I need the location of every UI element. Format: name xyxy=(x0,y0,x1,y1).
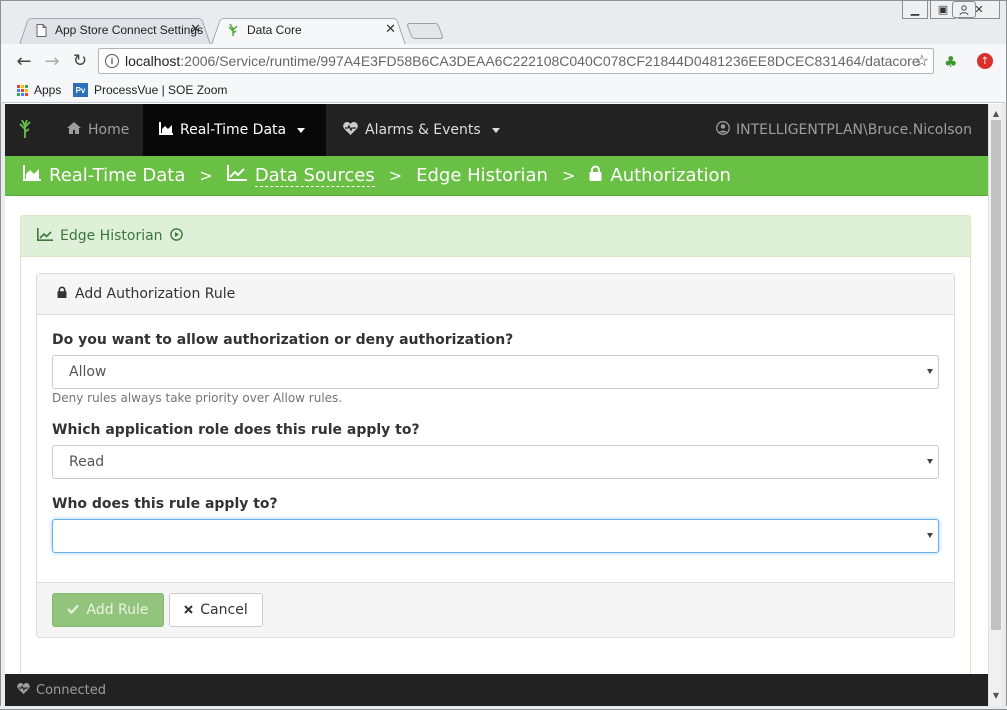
check-icon xyxy=(67,602,80,618)
area-chart-icon xyxy=(159,121,173,139)
close-tab-icon[interactable]: ✕ xyxy=(190,22,201,37)
lock-icon xyxy=(589,165,602,186)
nav-alarms-events[interactable]: Alarms & Events xyxy=(343,104,500,156)
breadcrumb-label: Data Sources xyxy=(254,164,375,187)
page-viewport: Home Real-Time Data Alarms & Events INTE… xyxy=(5,104,988,706)
bookmark-star-icon[interactable]: ☆ xyxy=(915,51,929,71)
url-path: :2006/Service/runtime/997A4E3FD58B6CA3DE… xyxy=(180,53,920,69)
forward-icon[interactable]: → xyxy=(41,50,63,72)
home-icon xyxy=(67,122,81,138)
close-tab-icon[interactable]: ✕ xyxy=(385,22,396,37)
nav-realtime-data[interactable]: Real-Time Data xyxy=(143,104,326,156)
datacore-logo-icon[interactable] xyxy=(17,119,33,144)
breadcrumb: Real-Time Data > Data Sources > Edge His… xyxy=(5,156,988,196)
bookmarks-bar: Apps Pv ProcessVue | SOE Zoom xyxy=(0,78,1007,103)
allow-deny-select[interactable]: Allow xyxy=(52,355,939,389)
allow-deny-question: Do you want to allow authorization or de… xyxy=(52,332,514,348)
allow-deny-help: Deny rules always take priority over All… xyxy=(52,391,343,405)
breadcrumb-data-sources[interactable]: Data Sources xyxy=(226,164,375,187)
heartbeat-icon xyxy=(17,682,30,698)
bookmark-apps[interactable]: Apps xyxy=(17,83,61,97)
breadcrumb-separator: > xyxy=(199,166,213,185)
add-rule-panel: Add Authorization Rule Do you want to al… xyxy=(36,273,955,638)
user-circle-icon xyxy=(716,121,730,139)
cancel-label: Cancel xyxy=(200,602,248,618)
who-question: Who does this rule apply to? xyxy=(52,496,278,512)
back-icon[interactable]: ← xyxy=(13,50,35,72)
browser-tabstrip: App Store Connect Settings ✕ Data Core ✕… xyxy=(0,0,1007,45)
page-scrollbar[interactable]: ▲ ▼ xyxy=(988,104,1002,706)
line-chart-icon xyxy=(37,227,53,245)
allow-deny-value: Allow xyxy=(69,364,107,380)
breadcrumb-separator: > xyxy=(388,166,403,185)
play-circle-icon[interactable] xyxy=(169,227,183,245)
tree-icon xyxy=(225,23,241,37)
scroll-up-icon[interactable]: ▲ xyxy=(989,106,1003,120)
role-question: Which application role does this rule ap… xyxy=(52,422,420,438)
bookmark-processvue[interactable]: Pv ProcessVue | SOE Zoom xyxy=(73,83,227,97)
processvue-icon: Pv xyxy=(73,83,88,97)
breadcrumb-edge-historian[interactable]: Edge Historian xyxy=(416,165,548,186)
chevron-down-icon xyxy=(927,459,933,464)
scroll-thumb[interactable] xyxy=(991,120,1001,630)
add-rule-heading: Add Authorization Rule xyxy=(37,274,954,315)
breadcrumb-label: Real-Time Data xyxy=(49,165,186,186)
chevron-down-icon xyxy=(927,533,933,538)
tab-label: App Store Connect Settings xyxy=(55,23,204,37)
connection-status: Connected xyxy=(36,682,107,698)
close-icon xyxy=(184,602,193,618)
extension-update-icon[interactable]: ↑ xyxy=(977,53,993,69)
scroll-down-icon[interactable]: ▼ xyxy=(989,688,1003,702)
nav-home-label: Home xyxy=(88,122,130,138)
new-tab-button[interactable] xyxy=(406,23,444,39)
edge-historian-panel: Edge Historian Add Authorization Rule Do… xyxy=(20,215,971,685)
breadcrumb-separator: > xyxy=(561,166,576,185)
panel-title: Edge Historian xyxy=(60,228,163,244)
breadcrumb-authorization: Authorization xyxy=(589,165,731,186)
add-rule-button[interactable]: Add Rule xyxy=(52,593,164,627)
tab-label: Data Core xyxy=(247,23,302,37)
user-menu[interactable]: INTELLIGENTPLAN\Bruce.Nicolson xyxy=(716,104,972,156)
role-value: Read xyxy=(69,454,105,470)
breadcrumb-label: Authorization xyxy=(610,165,731,186)
heartbeat-icon xyxy=(343,121,358,139)
profile-icon[interactable] xyxy=(952,1,976,18)
breadcrumb-realtime-data[interactable]: Real-Time Data xyxy=(23,165,185,186)
panel-heading: Edge Historian xyxy=(21,216,970,257)
area-chart-icon xyxy=(23,165,41,186)
status-bar: Connected xyxy=(5,674,988,706)
who-select[interactable] xyxy=(52,519,939,553)
minimize-icon[interactable]: ▁ xyxy=(902,1,928,19)
user-name: INTELLIGENTPLAN\Bruce.Nicolson xyxy=(735,122,972,138)
breadcrumb-label: Edge Historian xyxy=(416,165,548,186)
tab-app-store-connect[interactable]: App Store Connect Settings ✕ xyxy=(19,15,211,45)
bookmark-label: Apps xyxy=(34,83,62,97)
window-border-bottom xyxy=(0,706,1007,710)
apps-grid-icon xyxy=(17,84,28,96)
window-border-right xyxy=(1002,103,1007,710)
info-icon[interactable]: i xyxy=(105,54,119,68)
cancel-button[interactable]: Cancel xyxy=(169,593,263,627)
bookmark-label: ProcessVue | SOE Zoom xyxy=(94,83,228,97)
reload-icon[interactable]: ↻ xyxy=(69,50,91,72)
lock-icon xyxy=(57,286,67,302)
chevron-down-icon xyxy=(297,127,306,133)
chevron-down-icon xyxy=(491,127,500,133)
tab-data-core[interactable]: Data Core ✕ xyxy=(211,15,406,45)
form-footer: Add Rule Cancel xyxy=(37,582,954,637)
nav-home[interactable]: Home xyxy=(67,104,129,156)
nav-realtime-label: Real-Time Data xyxy=(180,122,287,138)
url-host: localhost xyxy=(125,53,181,69)
role-select[interactable]: Read xyxy=(52,445,939,479)
address-bar[interactable]: i localhost:2006/Service/runtime/997A4E3… xyxy=(98,48,934,74)
line-chart-icon xyxy=(226,165,247,186)
browser-toolbar: ← → ↻ i localhost:2006/Service/runtime/9… xyxy=(0,44,1007,78)
chevron-down-icon xyxy=(927,369,933,374)
top-navbar: Home Real-Time Data Alarms & Events INTE… xyxy=(5,104,988,156)
extension-tree-icon[interactable]: ♣ xyxy=(944,53,957,71)
nav-alarms-label: Alarms & Events xyxy=(365,122,481,138)
add-rule-label: Add Rule xyxy=(86,602,149,618)
page-icon xyxy=(33,23,49,37)
add-rule-title: Add Authorization Rule xyxy=(75,286,236,302)
